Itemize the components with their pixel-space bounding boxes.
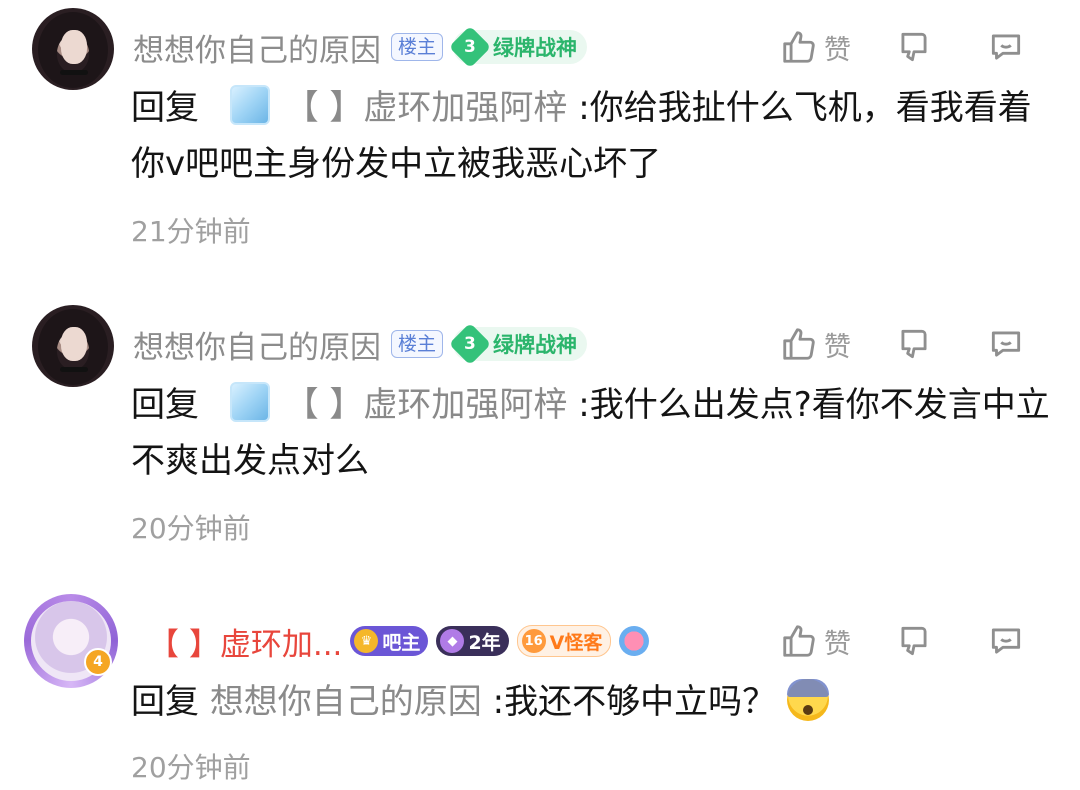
thumbs-up-icon xyxy=(783,625,815,657)
level-badge: 3 绿牌战神 xyxy=(448,322,588,366)
thumbs-down-icon[interactable] xyxy=(895,325,933,363)
owner-badge: 楼主 xyxy=(391,330,444,358)
username[interactable]: 想想你自己的原因 xyxy=(133,322,381,367)
user-avatar[interactable] xyxy=(32,8,114,90)
comment-text: :我还不够中立吗？ xyxy=(492,682,777,722)
vip-badge: 16 V怪客 xyxy=(516,625,612,657)
years-badge: ◆ 2年 xyxy=(436,626,509,656)
thumbs-up-icon xyxy=(783,328,815,360)
gem-icon: ◆ xyxy=(440,629,465,653)
medal-icon xyxy=(619,626,650,656)
comment-icon[interactable] xyxy=(987,622,1025,660)
crown-icon: ♛ xyxy=(354,629,379,653)
like-label: 赞 xyxy=(824,331,851,363)
username[interactable]: 【 】虚环加... xyxy=(148,619,342,664)
anxious-face-emoji xyxy=(786,679,829,721)
reply-target[interactable]: 【 】虚环加强阿梓 xyxy=(285,385,568,425)
ice-cube-icon xyxy=(229,85,270,125)
reply-target[interactable]: 【 】虚环加强阿梓 xyxy=(285,88,568,128)
avatar-level-badge: 4 xyxy=(84,648,112,676)
like-label: 赞 xyxy=(824,628,851,660)
timestamp: 20分钟前 xyxy=(131,751,251,784)
comment-icon[interactable] xyxy=(987,325,1025,363)
moderator-badge: ♛ 吧主 xyxy=(350,626,429,656)
timestamp: 21分钟前 xyxy=(131,215,251,248)
thumbs-down-icon[interactable] xyxy=(895,622,933,660)
ice-cube-icon xyxy=(229,382,270,422)
timestamp: 20分钟前 xyxy=(131,512,251,545)
username[interactable]: 想想你自己的原因 xyxy=(133,25,381,70)
thumbs-down-icon[interactable] xyxy=(895,28,933,66)
like-button[interactable]: 赞 xyxy=(780,28,851,67)
like-label: 赞 xyxy=(824,34,851,66)
user-avatar[interactable]: 4 xyxy=(24,594,118,688)
owner-badge: 楼主 xyxy=(391,33,444,61)
reply-target[interactable]: 想想你自己的原因 xyxy=(210,682,482,722)
comment-icon[interactable] xyxy=(987,28,1025,66)
like-button[interactable]: 赞 xyxy=(780,325,851,364)
level-badge: 3 绿牌战神 xyxy=(448,25,588,69)
reply-prefix: 回复 xyxy=(131,88,199,128)
user-avatar[interactable] xyxy=(32,305,114,387)
reply-prefix: 回复 xyxy=(131,682,199,722)
like-button[interactable]: 赞 xyxy=(780,622,851,661)
reply-prefix: 回复 xyxy=(131,385,199,425)
thumbs-up-icon xyxy=(783,31,815,63)
